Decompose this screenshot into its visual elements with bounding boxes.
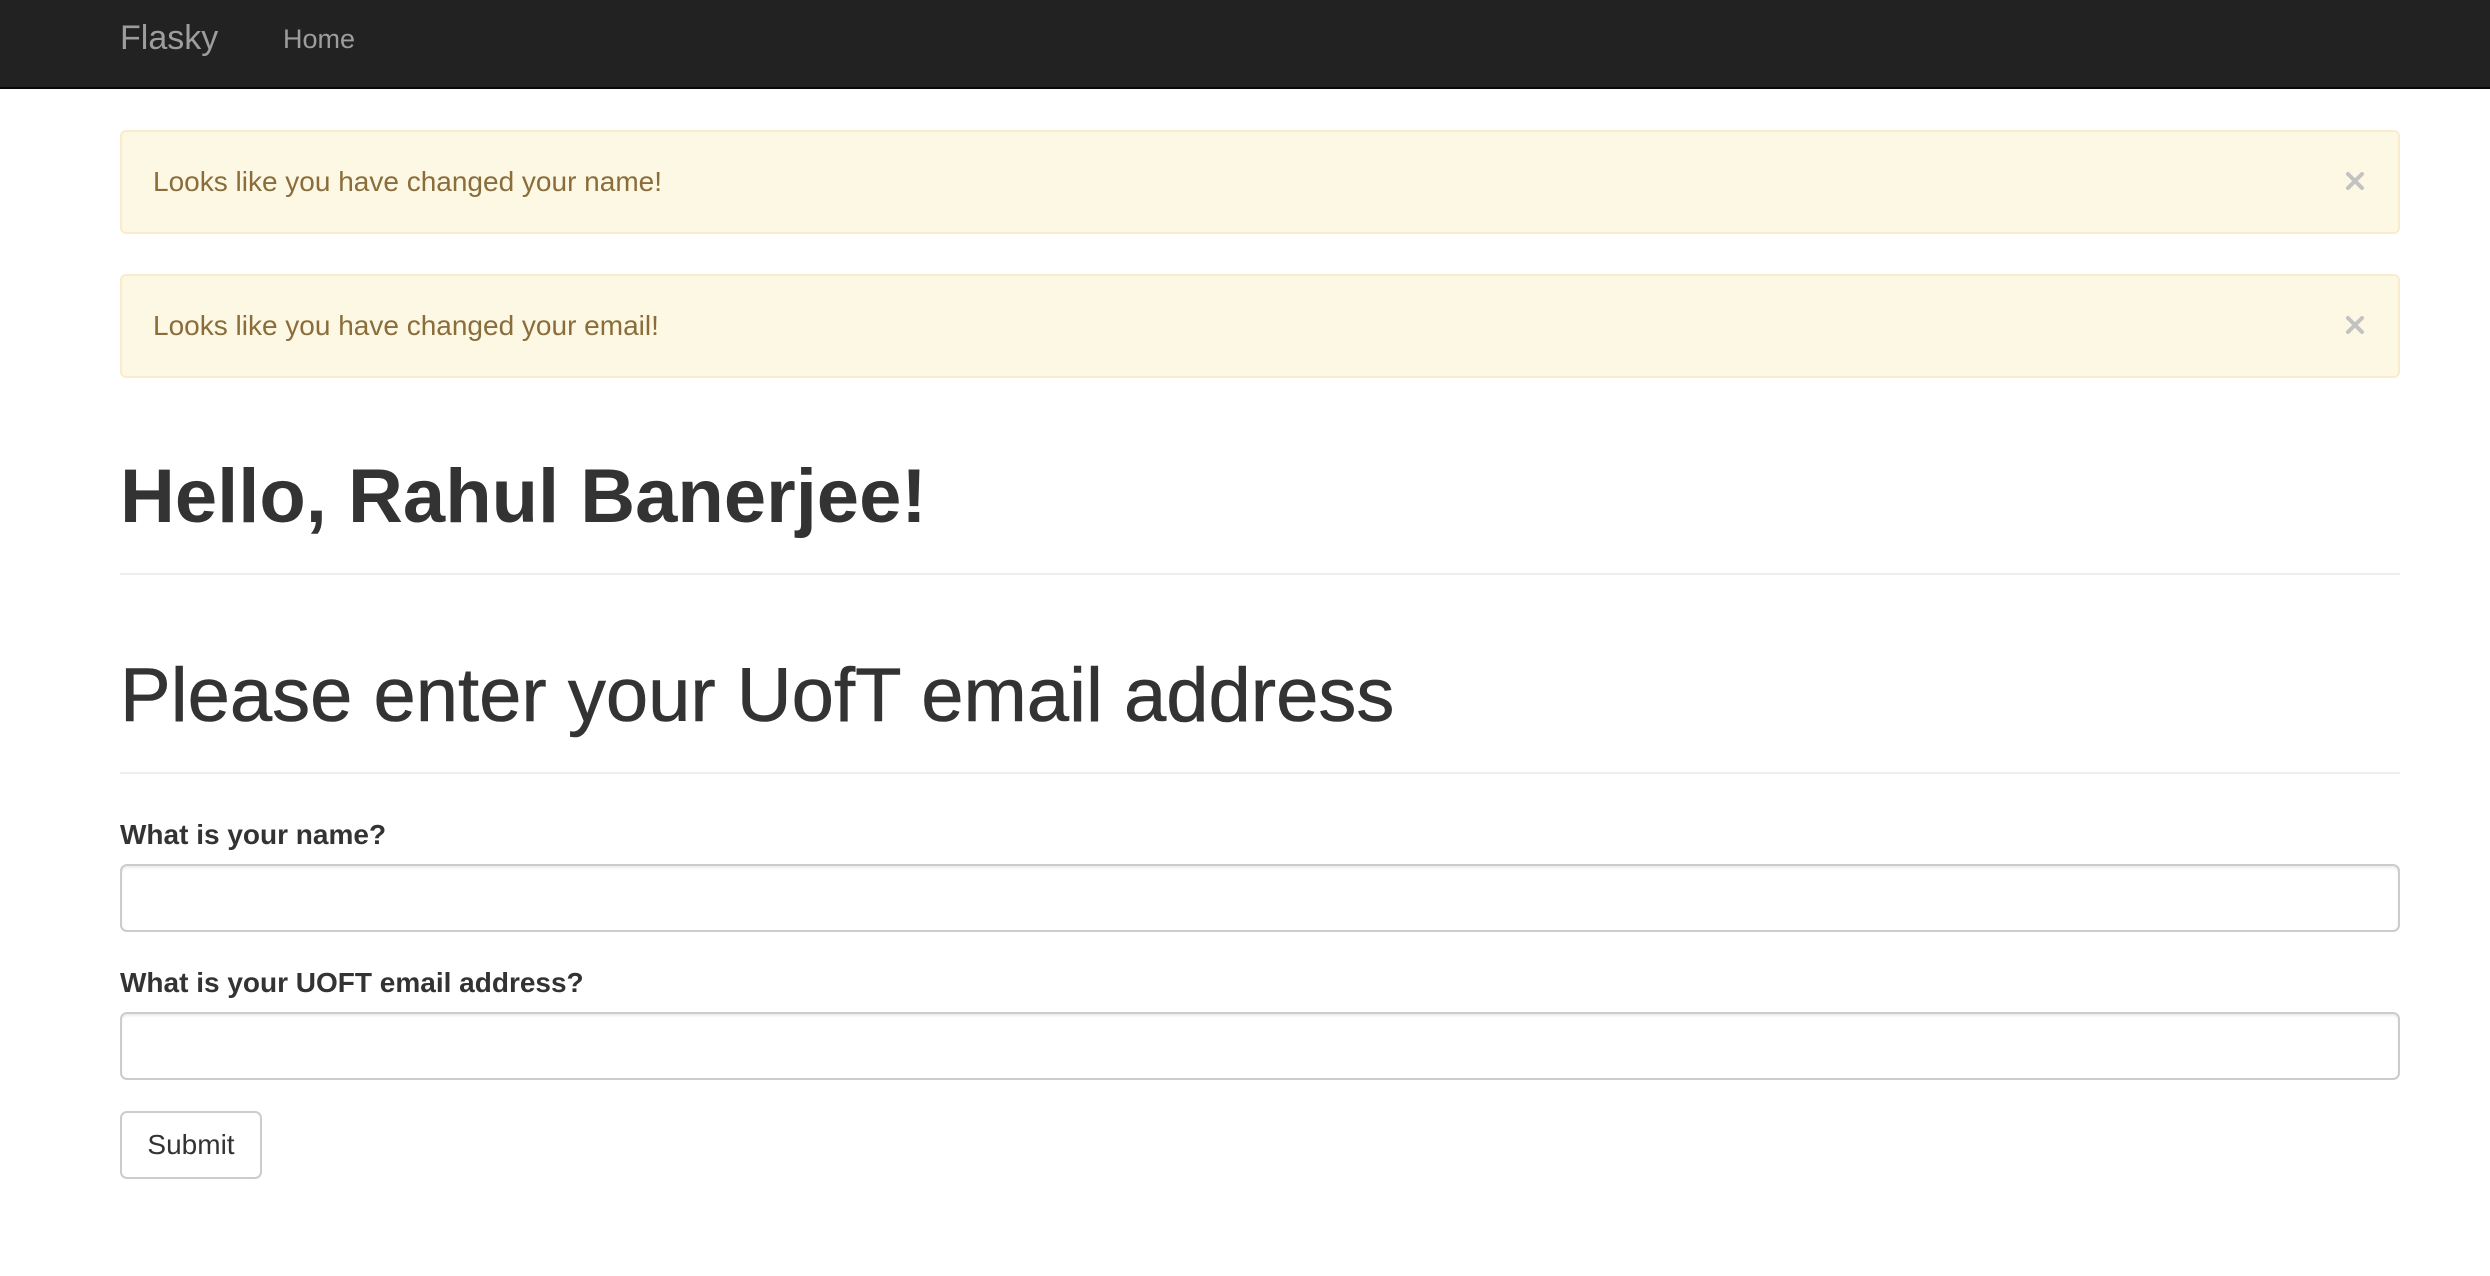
name-input[interactable]	[120, 864, 2400, 932]
alert-name-changed: Looks like you have changed your name!	[120, 130, 2400, 234]
alert-message: Looks like you have changed your email!	[153, 310, 659, 341]
email-label: What is your UOFT email address?	[120, 967, 584, 998]
submit-button[interactable]: Submit	[120, 1111, 262, 1179]
name-label: What is your name?	[120, 819, 387, 850]
divider	[120, 573, 2400, 575]
nav-link-home[interactable]: Home	[283, 22, 355, 56]
close-icon[interactable]	[2340, 166, 2370, 196]
alert-message: Looks like you have changed your name!	[153, 166, 662, 197]
divider	[120, 772, 2400, 774]
close-icon[interactable]	[2340, 310, 2370, 340]
navbar-brand[interactable]: Flasky	[120, 18, 218, 58]
navbar: Flasky Home	[0, 0, 2490, 89]
email-input[interactable]	[120, 1012, 2400, 1080]
form-title: Please enter your UofT email address	[120, 653, 1395, 739]
alert-email-changed: Looks like you have changed your email!	[120, 274, 2400, 378]
greeting-heading: Hello, Rahul Banerjee!	[120, 454, 927, 539]
